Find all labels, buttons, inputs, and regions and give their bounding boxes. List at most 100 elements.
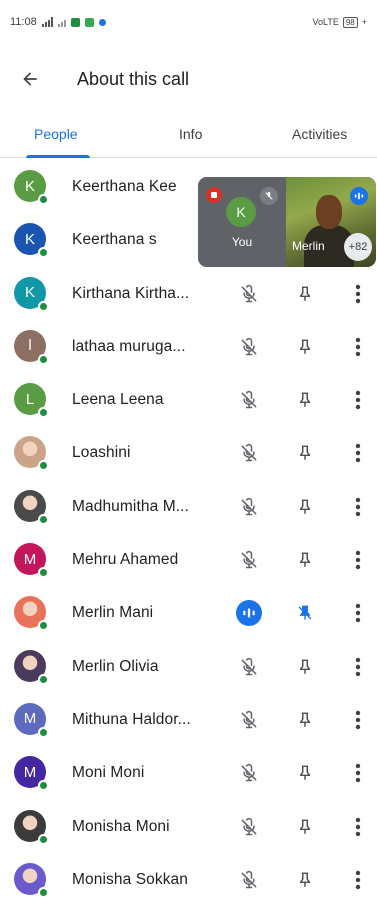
presence-dot (38, 300, 49, 312)
video-person-face (316, 195, 342, 229)
speaking-icon (236, 600, 262, 627)
arrow-back-icon (23, 72, 37, 86)
more-options-button[interactable] (346, 494, 370, 520)
pin-button[interactable] (292, 547, 318, 573)
presence-dot (38, 726, 49, 738)
mic-off-icon (236, 281, 262, 307)
pin-button[interactable] (292, 654, 318, 680)
more-options-button[interactable] (346, 281, 370, 307)
status-time: 11:08 (10, 16, 37, 28)
tab-label: Activities (292, 126, 348, 142)
signal-icon (41, 17, 53, 27)
participant-row[interactable]: Merlin Mani (0, 586, 377, 639)
tab-info[interactable]: Info (179, 110, 202, 158)
participant-name: Monisha Moni (72, 817, 170, 835)
mic-off-icon (236, 547, 262, 573)
tab-people[interactable]: People (34, 110, 78, 158)
speaking-icon (350, 187, 368, 205)
mic-off-icon (236, 654, 262, 680)
charging-icon: + (361, 17, 367, 27)
presence-dot (38, 513, 49, 525)
participant-row[interactable]: M Mithuna Haldor... (0, 693, 377, 746)
more-options-button[interactable] (346, 387, 370, 413)
participant-name: Loashini (72, 444, 131, 462)
participant-row[interactable]: M Moni Moni (0, 746, 377, 799)
notification-meet-icon (84, 17, 94, 27)
mic-off-icon (236, 494, 262, 520)
pin-button[interactable] (292, 707, 318, 733)
mic-off-icon (236, 440, 262, 466)
presence-dot (38, 353, 49, 365)
participant-name: Merlin Olivia (72, 657, 159, 675)
participant-name: Moni Moni (72, 764, 145, 782)
participant-row[interactable]: Merlin Olivia (0, 640, 377, 693)
participant-list: K Keerthana Kee K Keerthana s K Kirthana Kirt… (0, 160, 377, 904)
record-icon (206, 187, 222, 203)
more-options-button[interactable] (346, 600, 370, 626)
mic-off-icon (236, 334, 262, 360)
participant-row[interactable]: L Leena Leena (0, 373, 377, 426)
unpin-button[interactable] (292, 600, 318, 626)
presence-dot (38, 247, 49, 259)
participant-name: Kirthana Kirtha... (72, 284, 190, 302)
pin-button[interactable] (292, 814, 318, 840)
mic-off-icon (236, 814, 262, 840)
pin-button[interactable] (292, 334, 318, 360)
pip-window[interactable]: K You Merlin +82 (198, 177, 376, 267)
pin-button[interactable] (292, 760, 318, 786)
participant-name: Keerthana s (72, 231, 157, 249)
more-options-button[interactable] (346, 760, 370, 786)
participant-row[interactable]: K Kirthana Kirtha... (0, 267, 377, 320)
participant-name: Keerthana Kee (72, 178, 177, 195)
presence-dot (38, 673, 49, 685)
pin-button[interactable] (292, 387, 318, 413)
more-options-button[interactable] (346, 547, 370, 573)
status-bar: 11:08 VoLTE 98 + (0, 0, 377, 44)
participant-row[interactable]: M Mehru Ahamed (0, 533, 377, 586)
more-options-button[interactable] (346, 334, 370, 360)
pin-button[interactable] (292, 440, 318, 466)
mic-off-icon (260, 187, 278, 205)
participant-row[interactable]: Monisha Sokkan (0, 853, 377, 904)
back-button[interactable] (0, 56, 60, 102)
network-label: VoLTE (312, 17, 339, 27)
remote-label: Merlin (292, 239, 325, 253)
more-options-button[interactable] (346, 707, 370, 733)
tab-bar: People Info Activities (0, 110, 377, 158)
more-options-button[interactable] (346, 867, 370, 893)
participant-name: Madhumitha M... (72, 497, 189, 515)
presence-dot (38, 780, 49, 792)
more-options-button[interactable] (346, 814, 370, 840)
participant-name: Merlin Mani (72, 604, 154, 622)
tab-activities[interactable]: Activities (292, 110, 347, 158)
participant-row[interactable]: Loashini (0, 426, 377, 479)
self-avatar: K (226, 197, 256, 227)
battery-icon: 98 (342, 16, 358, 28)
mic-off-icon (236, 867, 262, 893)
participant-name: lathaa muruga... (72, 337, 186, 355)
more-options-button[interactable] (346, 654, 370, 680)
pin-button[interactable] (292, 494, 318, 520)
presence-dot (38, 460, 49, 472)
participant-name: Mehru Ahamed (72, 551, 179, 569)
participant-row[interactable]: l lathaa muruga... (0, 320, 377, 373)
participant-name: Monisha Sokkan (72, 870, 188, 888)
page-title: About this call (77, 68, 190, 89)
participant-row[interactable]: Madhumitha M... (0, 480, 377, 533)
notification-app-icon (70, 17, 80, 27)
app-bar: About this call (0, 56, 377, 102)
mic-off-icon (236, 707, 262, 733)
pin-button[interactable] (292, 281, 318, 307)
notification-dot-icon (98, 18, 106, 26)
presence-dot (38, 407, 49, 419)
more-participants-badge: +82 (344, 233, 372, 261)
self-label: You (231, 235, 253, 249)
signal-icon-2 (57, 17, 66, 27)
participant-name: Mithuna Haldor... (72, 710, 191, 728)
more-options-button[interactable] (346, 440, 370, 466)
participant-name: Leena Leena (72, 391, 164, 409)
presence-dot (38, 620, 49, 632)
tab-label: Info (179, 126, 203, 142)
pin-button[interactable] (292, 867, 318, 893)
participant-row[interactable]: Monisha Moni (0, 800, 377, 853)
